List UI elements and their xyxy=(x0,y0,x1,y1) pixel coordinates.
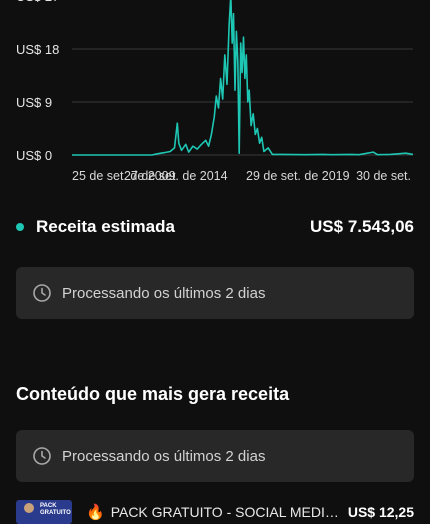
metric-label-group: Receita estimada xyxy=(16,217,175,237)
y-tick-label: US$ 9 xyxy=(16,95,52,110)
metric-label: Receita estimada xyxy=(36,217,175,236)
y-tick-label: US$ 0 xyxy=(16,148,52,163)
clock-icon xyxy=(33,447,51,465)
content-title[interactable]: PACK GRATUITO - SOCIAL MEDIA... xyxy=(111,504,342,520)
processing-text: Processando os últimos 2 dias xyxy=(62,447,266,465)
x-tick-label: 30 de set. xyxy=(356,169,411,183)
clock-icon xyxy=(33,284,51,302)
y-tick-label: US$ 18 xyxy=(16,42,59,57)
revenue-chart: US$ 0US$ 9US$ 18US$ 2725 de set. de 2009… xyxy=(16,0,414,183)
section-title: Conteúdo que mais gera receita xyxy=(16,384,290,404)
estimated-revenue-row[interactable]: Receita estimada US$ 7.543,06 xyxy=(16,214,414,240)
processing-card: Processando os últimos 2 dias xyxy=(16,267,414,319)
y-tick-label: US$ 27 xyxy=(16,0,59,4)
processing-card: Processando os últimos 2 dias xyxy=(16,430,414,482)
thumbnail-text: PACK GRATUITO xyxy=(40,503,71,516)
x-tick-label: 29 de set. de 2019 xyxy=(246,169,350,183)
series-line xyxy=(72,0,414,156)
video-thumbnail[interactable]: PACK GRATUITO xyxy=(16,500,72,524)
content-revenue: US$ 12,25 xyxy=(347,504,414,520)
content-list-item[interactable]: PACK GRATUITO 🔥 PACK GRATUITO - SOCIAL M… xyxy=(16,500,414,524)
processing-text: Processando os últimos 2 dias xyxy=(62,284,266,302)
metric-value: US$ 7.543,06 xyxy=(310,217,414,236)
x-tick-label: 27 de set. de 2014 xyxy=(124,169,228,183)
fire-icon: 🔥 xyxy=(86,504,105,521)
series-dot-icon xyxy=(16,223,24,231)
thumbnail-avatar xyxy=(24,503,34,513)
